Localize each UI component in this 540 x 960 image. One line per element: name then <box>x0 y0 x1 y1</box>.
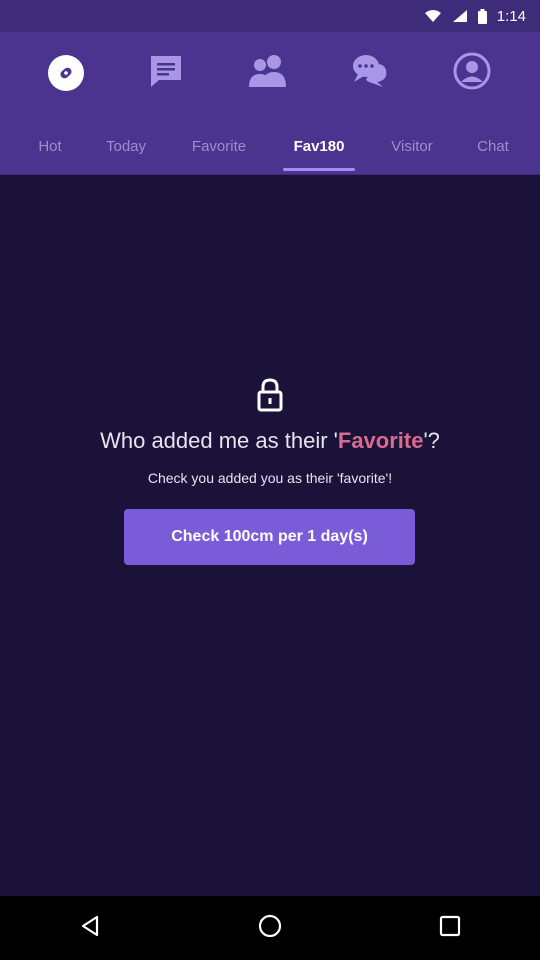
tab-favorite[interactable]: Favorite <box>178 118 260 175</box>
headline-suffix: '? <box>423 428 440 453</box>
status-bar: 1:14 <box>0 0 540 32</box>
page-headline: Who added me as their 'Favorite'? <box>0 428 540 454</box>
system-nav-bar <box>0 896 540 960</box>
back-button[interactable] <box>60 898 120 958</box>
people-icon <box>246 53 290 94</box>
tab-chat[interactable]: Chat <box>464 118 522 175</box>
tab-icon-messages[interactable] <box>144 50 188 96</box>
tab-fav180[interactable]: Fav180 <box>283 118 355 175</box>
tab-today[interactable]: Today <box>95 118 157 175</box>
recents-button[interactable] <box>420 898 480 958</box>
tab-hot[interactable]: Hot <box>20 118 80 175</box>
tab-icon-explore[interactable] <box>44 50 88 96</box>
chat-bubbles-icon <box>350 52 390 95</box>
tab-icon-chat[interactable] <box>348 50 392 96</box>
headline-prefix: Who added me as their ' <box>100 428 338 453</box>
tab-visitor[interactable]: Visitor <box>378 118 446 175</box>
headline-highlight: Favorite <box>337 428 424 453</box>
back-icon <box>79 914 101 943</box>
page-subtitle: Check you added you as their 'favorite'! <box>147 470 393 486</box>
text-tab-bar: Hot Today Favorite Fav180 Visitor Chat <box>0 118 540 175</box>
signal-icon <box>452 9 468 23</box>
home-button[interactable] <box>240 898 300 958</box>
compass-icon <box>48 55 84 91</box>
clock-time: 1:14 <box>496 7 526 25</box>
tab-icon-people[interactable] <box>246 50 290 96</box>
recents-icon <box>438 914 462 943</box>
top-icon-nav <box>0 32 540 118</box>
active-tab-indicator <box>283 168 355 171</box>
home-icon <box>257 913 283 944</box>
message-icon <box>147 52 185 95</box>
lock-icon <box>255 378 285 412</box>
wifi-icon <box>424 9 442 23</box>
check-favorite-button[interactable]: Check 100cm per 1 day(s) <box>124 509 415 565</box>
battery-icon <box>477 8 487 24</box>
tab-icon-profile[interactable] <box>450 50 494 96</box>
profile-icon <box>453 52 491 95</box>
